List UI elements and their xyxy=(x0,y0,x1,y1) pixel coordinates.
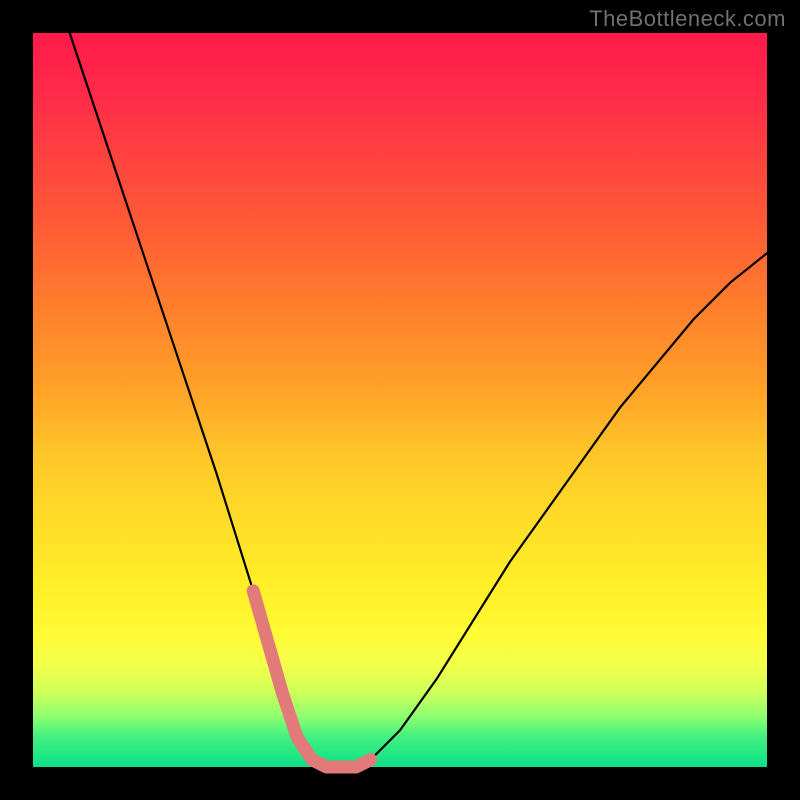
watermark-text: TheBottleneck.com xyxy=(589,6,786,32)
bottleneck-curve-highlight xyxy=(253,591,370,767)
chart-frame: TheBottleneck.com xyxy=(0,0,800,800)
curve-layer xyxy=(33,33,767,767)
bottleneck-curve xyxy=(70,33,767,767)
